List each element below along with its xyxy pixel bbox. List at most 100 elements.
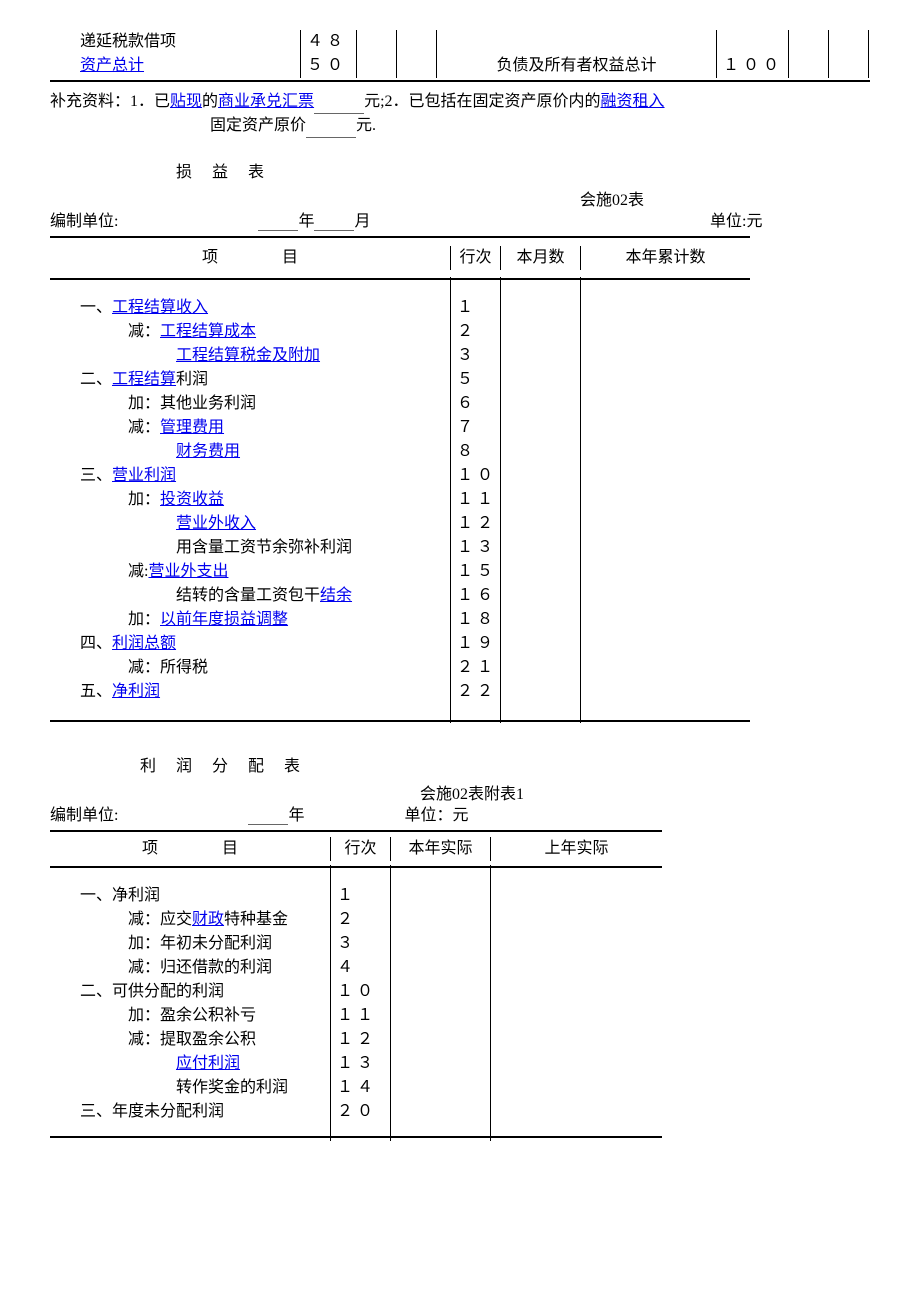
- text: 加：盈余公积补亏: [128, 1007, 256, 1024]
- link[interactable]: 营业利润: [112, 467, 176, 484]
- text: 元;2．已包括在固定资产原价内的: [364, 93, 600, 110]
- line-no: １: [450, 296, 500, 320]
- empty-cell: [356, 54, 396, 78]
- this-year-val: [390, 980, 490, 1004]
- income-row: 减：工程结算成本２: [50, 320, 870, 344]
- link[interactable]: 管理费用: [160, 419, 224, 436]
- line-no: ３: [450, 344, 500, 368]
- link-finance-lease-in[interactable]: 融资租入: [601, 93, 665, 110]
- line-no: １０: [450, 464, 500, 488]
- link[interactable]: 营业外收入: [176, 515, 256, 532]
- col-last-year: 上年实际: [490, 837, 662, 861]
- ytd-val: [580, 296, 750, 320]
- balance-bottom-rows: 递延税款借项４８资产总计５０负债及所有者权益总计１００: [50, 30, 870, 78]
- line-no: １４: [330, 1076, 390, 1100]
- income-row: 加：投资收益１１: [50, 488, 870, 512]
- income-row: 结转的含量工资包干结余１６: [50, 584, 870, 608]
- month-val: [500, 632, 580, 656]
- ytd-val: [580, 560, 750, 584]
- line-no: １２: [450, 512, 500, 536]
- text: 固定资产原价: [210, 117, 306, 134]
- text: 转作奖金的利润: [176, 1079, 288, 1096]
- ytd-val: [580, 608, 750, 632]
- text: 一、净利润: [80, 887, 160, 904]
- text: 四、: [80, 635, 112, 652]
- income-statement-header: 编制单位: 年 月 单位:元: [50, 210, 870, 234]
- ytd-val: [580, 392, 750, 416]
- link[interactable]: 应付利润: [176, 1055, 240, 1072]
- prepared-by-label: 编制单位:: [50, 804, 118, 828]
- line-no: ３: [330, 932, 390, 956]
- line-no: １１: [450, 488, 500, 512]
- link[interactable]: 以前年度损益调整: [160, 611, 288, 628]
- right-label: 负债及所有者权益总计: [436, 54, 716, 78]
- profit-dist-row: 减：应交财政特种基金２: [50, 908, 870, 932]
- income-row: 财务费用 ８: [50, 440, 870, 464]
- line-no: ８: [450, 440, 500, 464]
- link[interactable]: 资产总计: [80, 57, 144, 74]
- line-no: ７: [450, 416, 500, 440]
- ytd-val: [580, 512, 750, 536]
- right-label: [436, 30, 716, 54]
- blank: [306, 121, 356, 138]
- this-year-val: [390, 1076, 490, 1100]
- month-val: [500, 584, 580, 608]
- month-val: [500, 416, 580, 440]
- month-val: [500, 656, 580, 680]
- text: 减：提取盈余公积: [128, 1031, 256, 1048]
- text: 二、: [80, 371, 112, 388]
- this-year-val: [390, 884, 490, 908]
- link[interactable]: 财政: [192, 911, 224, 928]
- income-row: 减:营业外支出１５: [50, 560, 870, 584]
- spacer-row: [50, 1124, 870, 1134]
- link[interactable]: 工程结算税金及附加: [176, 347, 320, 364]
- blank-month: [314, 214, 354, 231]
- spacer-row: [50, 704, 870, 718]
- month-val: [500, 296, 580, 320]
- this-year-val: [390, 908, 490, 932]
- line-no: ６: [450, 392, 500, 416]
- link[interactable]: 财务费用: [176, 443, 240, 460]
- link[interactable]: 结余: [320, 587, 352, 604]
- link[interactable]: 工程结算成本: [160, 323, 256, 340]
- month-val: [500, 560, 580, 584]
- income-row: 减：管理费用７: [50, 416, 870, 440]
- income-row: 工程结算税金及附加 ３: [50, 344, 870, 368]
- ytd-val: [580, 416, 750, 440]
- text: 结转的含量工资包干: [176, 587, 320, 604]
- link[interactable]: 工程结算收入: [112, 299, 208, 316]
- link[interactable]: 投资收益: [160, 491, 224, 508]
- col-ytd: 本年累计数: [580, 246, 750, 270]
- empty-cell: [396, 30, 436, 54]
- this-year-val: [390, 932, 490, 956]
- income-row: 加：其他业务利润６: [50, 392, 870, 416]
- income-row: 加：以前年度损益调整１８: [50, 608, 870, 632]
- income-row: 二、工程结算利润５: [50, 368, 870, 392]
- balance-row: 资产总计５０负债及所有者权益总计１００: [50, 54, 870, 78]
- month-val: [500, 536, 580, 560]
- empty-cell: [788, 54, 828, 78]
- line-no: ２１: [450, 656, 500, 680]
- link-commercial-acceptance[interactable]: 商业承兑汇票: [218, 93, 314, 110]
- link[interactable]: 利润总额: [112, 635, 176, 652]
- link[interactable]: 工程结算: [112, 371, 176, 388]
- line-no: ４８: [300, 30, 356, 54]
- col-month: 本月数: [500, 246, 580, 270]
- text: 三、年度未分配利润: [80, 1103, 224, 1120]
- divider: [50, 80, 870, 82]
- link-discount[interactable]: 贴现: [170, 93, 202, 110]
- unit-label: 单位:元: [710, 210, 870, 234]
- unit-label: 单位：元: [404, 804, 468, 828]
- month-val: [500, 320, 580, 344]
- text: 减：应交: [128, 911, 192, 928]
- link[interactable]: 净利润: [112, 683, 160, 700]
- ytd-val: [580, 464, 750, 488]
- text: 用含量工资节余弥补利润: [176, 539, 352, 556]
- month-val: [500, 608, 580, 632]
- month-val: [500, 464, 580, 488]
- line-no: ２: [330, 908, 390, 932]
- col-line: 行次: [330, 837, 390, 861]
- link[interactable]: 营业外支出: [148, 563, 228, 580]
- spacer-row: [50, 870, 870, 884]
- edge: [868, 30, 870, 54]
